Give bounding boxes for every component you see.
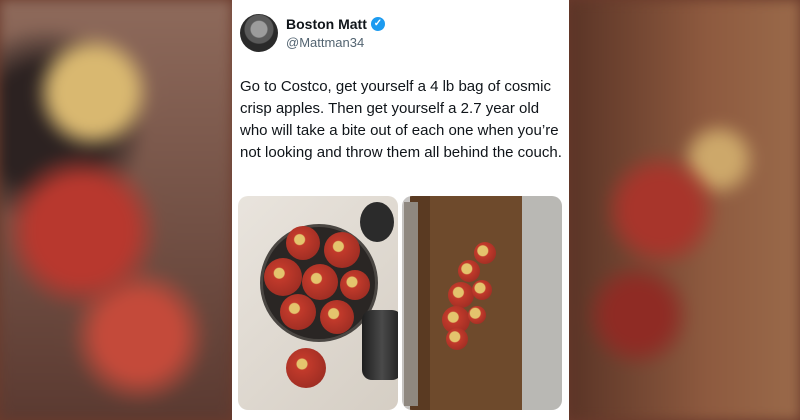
tweet-text: Go to Costco, get yourself a 4 lb bag of…: [240, 78, 562, 161]
author-handle[interactable]: @Mattman34: [286, 35, 364, 50]
apple: [468, 306, 486, 324]
author-name[interactable]: Boston Matt: [286, 16, 367, 32]
blurred-photo-left: [0, 0, 232, 420]
apple: [448, 282, 474, 308]
apple: [280, 294, 316, 330]
cup: [362, 310, 398, 380]
author-row: Boston Matt ✓: [286, 16, 385, 32]
apple: [324, 232, 360, 268]
avatar[interactable]: [240, 14, 278, 52]
tweet-card: Boston Matt ✓ @Mattman34 Go to Costco, g…: [232, 0, 569, 420]
apple: [286, 348, 326, 388]
apple: [446, 328, 468, 350]
baseboard: [404, 202, 418, 406]
tweet-photo-1[interactable]: [238, 196, 398, 410]
apple: [472, 280, 492, 300]
blurred-photo-right: [568, 0, 800, 420]
apple: [302, 264, 338, 300]
apple: [264, 258, 302, 296]
apple: [340, 270, 370, 300]
apple: [320, 300, 354, 334]
tweet-photo-2[interactable]: [402, 196, 562, 410]
apple: [286, 226, 320, 260]
apple: [474, 242, 496, 264]
verified-badge-icon: ✓: [370, 17, 385, 31]
apple: [458, 260, 480, 282]
dark-container: [360, 202, 394, 242]
